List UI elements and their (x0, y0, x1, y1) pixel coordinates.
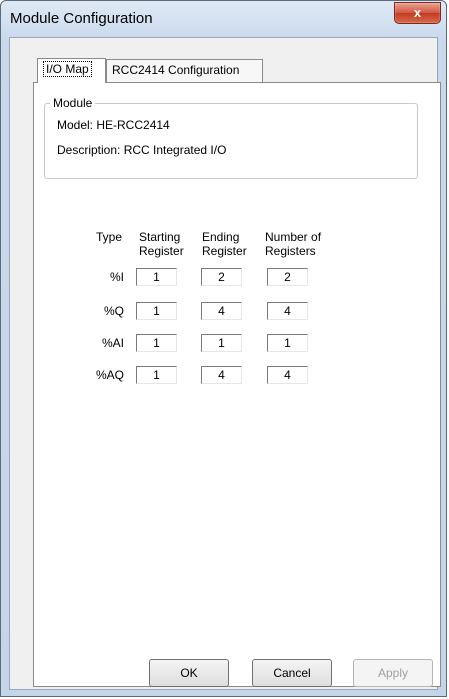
number-of-registers-field[interactable]: 4 (267, 366, 308, 384)
apply-button[interactable]: Apply (353, 659, 433, 687)
module-group-legend: Module (50, 96, 96, 110)
header-starting-register: Starting Register (139, 230, 184, 258)
ending-register-field[interactable]: 4 (201, 302, 242, 320)
close-icon: x (413, 5, 422, 20)
starting-register-field[interactable]: 1 (136, 366, 177, 384)
module-groupbox: Module Model: HE-RCC2414 Description: RC… (44, 96, 418, 179)
header-type: Type (96, 230, 123, 244)
row-type-label: %Q (103, 304, 124, 318)
ok-button[interactable]: OK (149, 659, 229, 687)
title-bar[interactable]: Module Configuration x (1, 1, 446, 37)
header-ending-register: Ending Register (202, 230, 247, 258)
ending-register-field[interactable]: 2 (201, 268, 242, 286)
tab-rcc2414-configuration[interactable]: RCC2414 Configuration (106, 59, 263, 82)
row-type-label: %I (109, 270, 124, 284)
module-model: Model: HE-RCC2414 (57, 118, 170, 132)
ending-register-field[interactable]: 1 (201, 334, 242, 352)
ending-register-field[interactable]: 4 (201, 366, 242, 384)
starting-register-field[interactable]: 1 (136, 334, 177, 352)
starting-register-field[interactable]: 1 (136, 268, 177, 286)
tab-rcc2414-configuration-label: RCC2414 Configuration (112, 63, 240, 77)
number-of-registers-field[interactable]: 1 (267, 334, 308, 352)
dialog-title: Module Configuration (10, 10, 153, 27)
dialog-window: Module Configuration x I/O Map RCC2414 C… (0, 0, 447, 697)
close-button[interactable]: x (394, 2, 441, 24)
io-map-panel: Module Model: HE-RCC2414 Description: RC… (33, 82, 441, 687)
dialog-client-area: I/O Map RCC2414 Configuration Module Mod… (9, 37, 441, 690)
header-number-of-registers: Number of Registers (265, 230, 322, 258)
module-description: Description: RCC Integrated I/O (57, 143, 227, 157)
cancel-button[interactable]: Cancel (252, 659, 332, 687)
row-type-label: %AI (101, 336, 124, 350)
number-of-registers-field[interactable]: 4 (267, 302, 308, 320)
tab-io-map-label: I/O Map (43, 61, 92, 77)
row-type-label: %AQ (95, 368, 124, 382)
starting-register-field[interactable]: 1 (136, 302, 177, 320)
tab-io-map[interactable]: I/O Map (37, 58, 106, 83)
number-of-registers-field[interactable]: 2 (267, 268, 308, 286)
